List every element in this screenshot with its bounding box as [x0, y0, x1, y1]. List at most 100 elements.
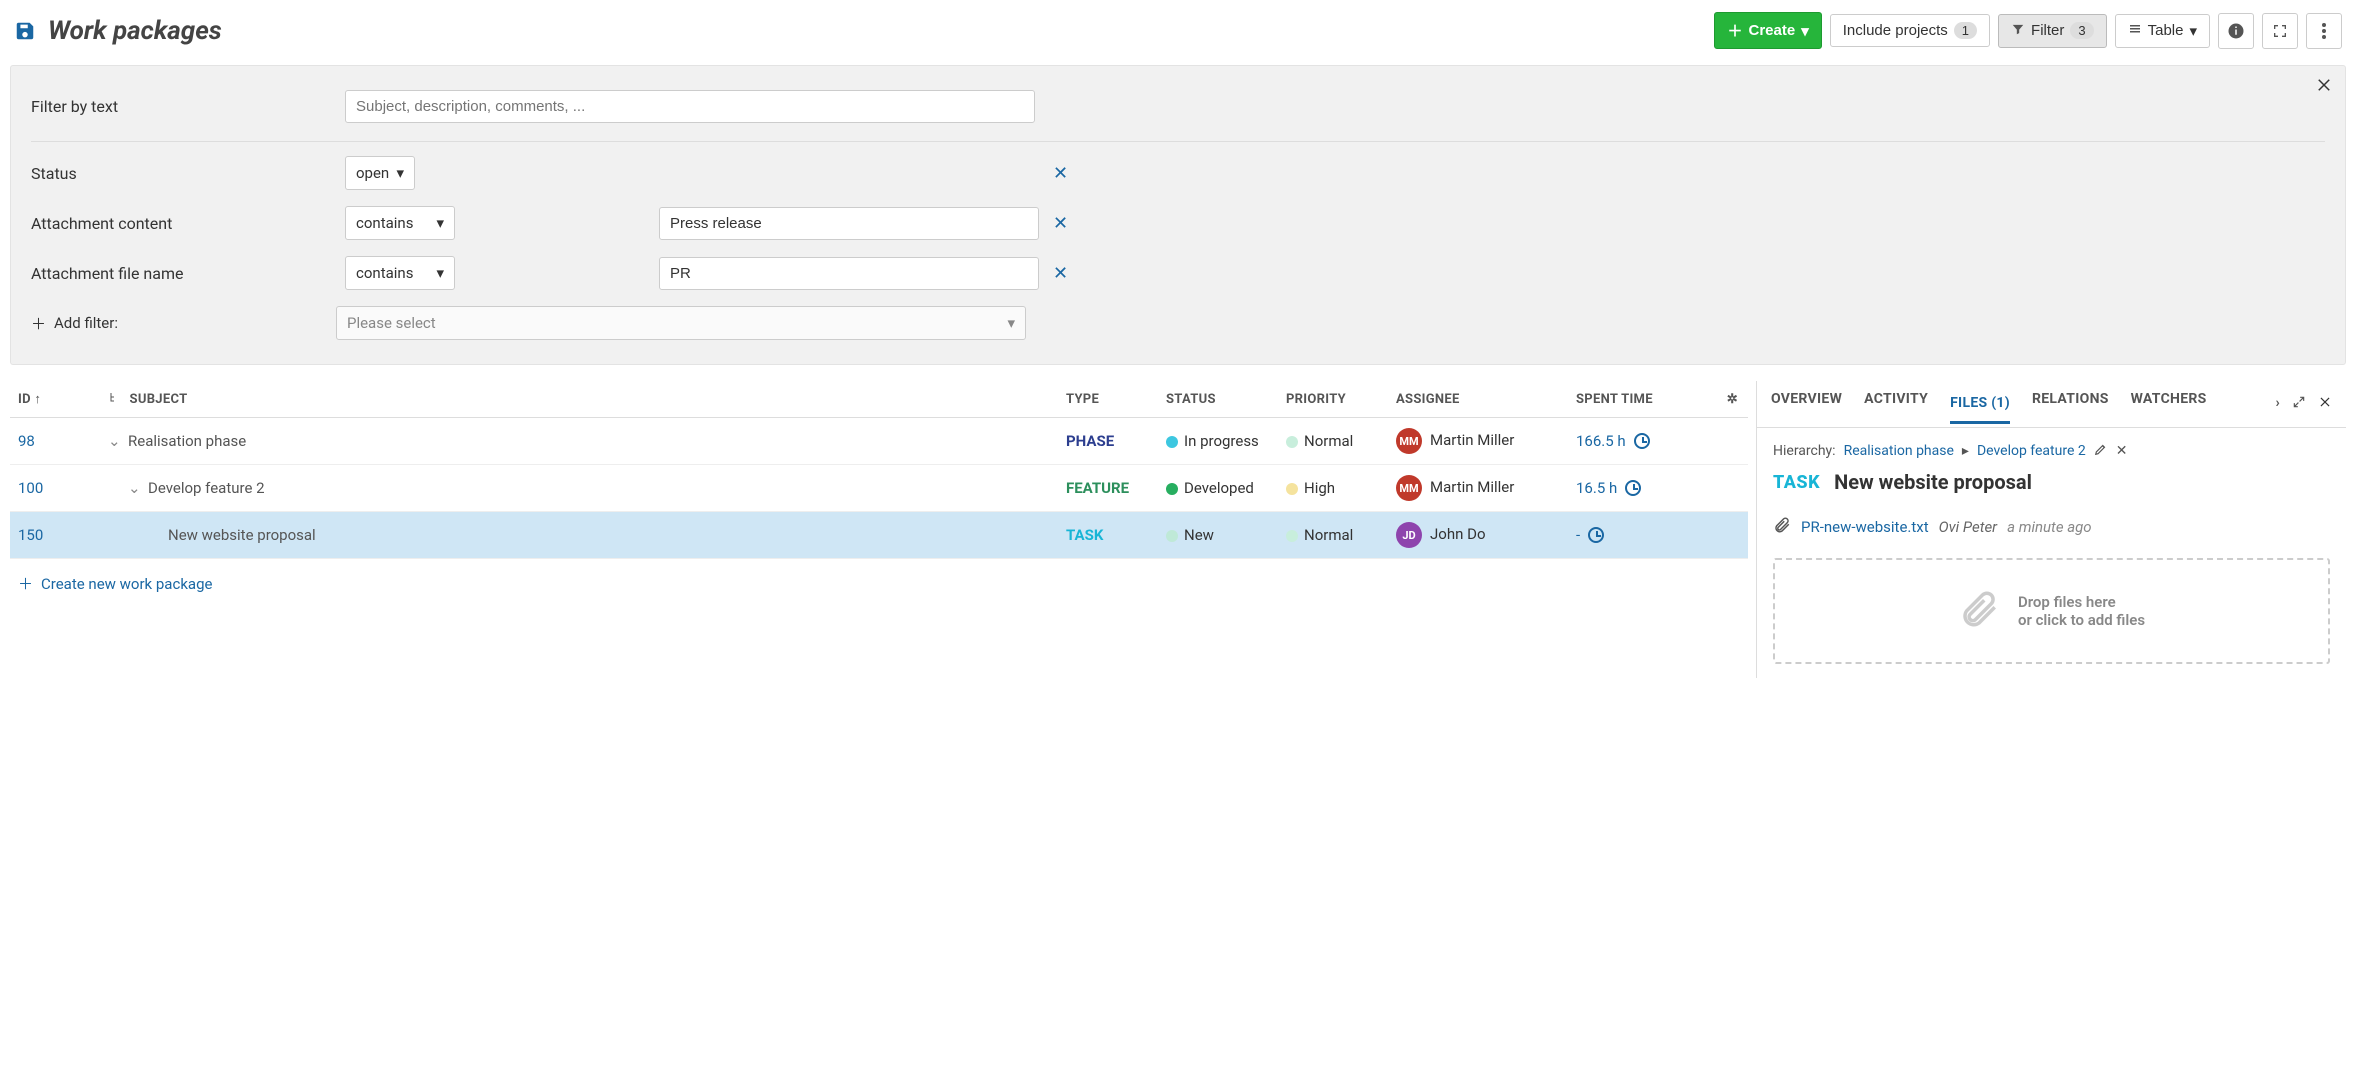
wp-priority: Normal [1304, 432, 1353, 450]
col-priority[interactable]: PRIORITY [1278, 381, 1388, 418]
filter-by-text-label: Filter by text [31, 97, 331, 116]
table-row[interactable]: 150New website proposalTASKNewNormalJDJo… [10, 512, 1748, 559]
plus-icon: ＋ [31, 313, 46, 334]
filter-panel: Filter by text Status open ▾ ✕ Attachmen… [10, 65, 2346, 365]
wp-spent-time[interactable]: 16.5 h [1576, 479, 1700, 497]
view-mode-label: Table [2148, 22, 2184, 39]
expand-toggle[interactable]: ⌄ [128, 479, 140, 497]
filter-attachment-filename-value[interactable] [659, 257, 1039, 290]
filter-status-operator[interactable]: open ▾ [345, 156, 415, 190]
table-row[interactable]: 98⌄Realisation phasePHASEIn progressNorm… [10, 418, 1748, 465]
header: Work packages ＋ Create ▾ Include project… [0, 12, 2356, 57]
wp-type: PHASE [1066, 432, 1114, 450]
filter-button[interactable]: Filter 3 [1998, 14, 2107, 48]
remove-filter-attachment-content[interactable]: ✕ [1053, 213, 1093, 234]
paperclip-icon [1773, 516, 1791, 538]
chevron-down-icon: ▾ [436, 264, 444, 282]
hierarchy-breadcrumb: Hierarchy: Realisation phase ▸ Develop f… [1773, 442, 2330, 460]
filter-text-input[interactable] [345, 90, 1035, 123]
create-new-wp-label: Create new work package [41, 575, 212, 593]
table-icon [2128, 22, 2142, 39]
wp-subject: Realisation phase [128, 432, 246, 450]
add-filter-placeholder: Please select [347, 314, 436, 332]
create-new-wp-link[interactable]: ＋ Create new work package [18, 573, 1740, 594]
chevron-right-icon: ▸ [1962, 443, 1969, 459]
wp-title[interactable]: New website proposal [1834, 470, 2032, 494]
col-settings[interactable]: ✲ [1708, 381, 1748, 418]
status-dot [1166, 530, 1178, 542]
tab-relations[interactable]: RELATIONS [2032, 391, 2109, 417]
filter-attachment-content-label: Attachment content [31, 214, 331, 233]
priority-dot [1286, 483, 1298, 495]
wp-type-badge: TASK [1773, 472, 1820, 493]
filter-attachment-filename-operator[interactable]: contains ▾ [345, 256, 455, 290]
more-button[interactable] [2306, 13, 2342, 49]
col-id[interactable]: ID ↑ [10, 381, 100, 418]
page-title: Work packages [48, 16, 222, 46]
table-row[interactable]: 100⌄Develop feature 2FEATUREDevelopedHig… [10, 465, 1748, 512]
dropzone-line2: or click to add files [2018, 611, 2145, 629]
remove-hierarchy-icon[interactable]: ✕ [2116, 443, 2128, 459]
col-type[interactable]: TYPE [1058, 381, 1158, 418]
col-assignee[interactable]: ASSIGNEE [1388, 381, 1568, 418]
sort-asc-icon: ↑ [34, 392, 41, 407]
info-button[interactable] [2218, 13, 2254, 49]
view-mode-button[interactable]: Table ▾ [2115, 14, 2210, 48]
close-filter-panel[interactable] [2315, 76, 2333, 98]
wp-id-link[interactable]: 98 [18, 432, 35, 450]
hierarchy-link-0[interactable]: Realisation phase [1844, 443, 1954, 459]
wp-id-link[interactable]: 150 [18, 526, 43, 544]
expand-panel-icon[interactable] [2292, 395, 2306, 413]
priority-dot [1286, 530, 1298, 542]
create-button[interactable]: ＋ Create ▾ [1714, 12, 1821, 49]
chevron-down-icon: ▾ [2189, 22, 2197, 40]
close-panel-icon[interactable] [2318, 395, 2332, 413]
col-subject[interactable]: SUBJECT [100, 381, 1058, 418]
filter-attachment-content-value[interactable] [659, 207, 1039, 240]
create-button-label: Create [1749, 22, 1796, 39]
chevron-down-icon: ▾ [396, 164, 404, 182]
status-dot [1166, 436, 1178, 448]
file-dropzone[interactable]: Drop files here or click to add files [1773, 558, 2330, 664]
clock-icon [1588, 527, 1604, 543]
tab-activity[interactable]: ACTIVITY [1864, 391, 1928, 417]
tab-files[interactable]: FILES (1) [1950, 395, 2010, 424]
wp-subject: New website proposal [168, 526, 316, 544]
col-spent[interactable]: SPENT TIME [1568, 381, 1708, 418]
plus-icon: ＋ [18, 573, 33, 594]
wp-spent-time[interactable]: - [1576, 526, 1700, 544]
remove-filter-attachment-filename[interactable]: ✕ [1053, 263, 1093, 284]
filter-icon [2011, 22, 2025, 40]
wp-assignee: Martin Miller [1430, 431, 1514, 449]
attachment-uploader: Ovi Peter [1939, 518, 1997, 536]
add-filter-label: ＋ Add filter: [31, 313, 118, 334]
add-filter-select[interactable]: Please select ▾ [336, 306, 1026, 340]
avatar: MM [1396, 475, 1422, 501]
fullscreen-button[interactable] [2262, 13, 2298, 49]
hierarchy-link-1[interactable]: Develop feature 2 [1977, 443, 2086, 459]
wp-type: TASK [1066, 526, 1103, 544]
wp-id-link[interactable]: 100 [18, 479, 43, 497]
filter-button-label: Filter [2031, 22, 2064, 39]
remove-filter-status[interactable]: ✕ [1053, 163, 1093, 184]
tab-watchers[interactable]: WATCHERS [2131, 391, 2207, 417]
col-subject-label: SUBJECT [130, 392, 188, 407]
filter-attachment-content-operator[interactable]: contains ▾ [345, 206, 455, 240]
tab-overview[interactable]: OVERVIEW [1771, 391, 1842, 417]
filter-attachment-filename-operator-value: contains [356, 264, 413, 282]
wp-spent-time[interactable]: 166.5 h [1576, 432, 1700, 450]
wp-status: Developed [1184, 479, 1254, 497]
chevron-down-icon: ▾ [1801, 22, 1809, 40]
attachment-link[interactable]: PR-new-website.txt [1801, 518, 1929, 536]
filter-status-label: Status [31, 164, 331, 183]
col-id-label: ID [18, 392, 31, 407]
wp-type: FEATURE [1066, 479, 1129, 497]
scroll-tabs-right[interactable]: › [2275, 395, 2280, 413]
save-icon[interactable] [14, 20, 36, 42]
col-status[interactable]: STATUS [1158, 381, 1278, 418]
edit-icon[interactable] [2094, 442, 2108, 460]
expand-toggle[interactable]: ⌄ [108, 432, 120, 450]
wp-subject: Develop feature 2 [148, 479, 265, 497]
plus-icon: ＋ [1727, 20, 1742, 41]
include-projects-button[interactable]: Include projects 1 [1830, 14, 1990, 47]
